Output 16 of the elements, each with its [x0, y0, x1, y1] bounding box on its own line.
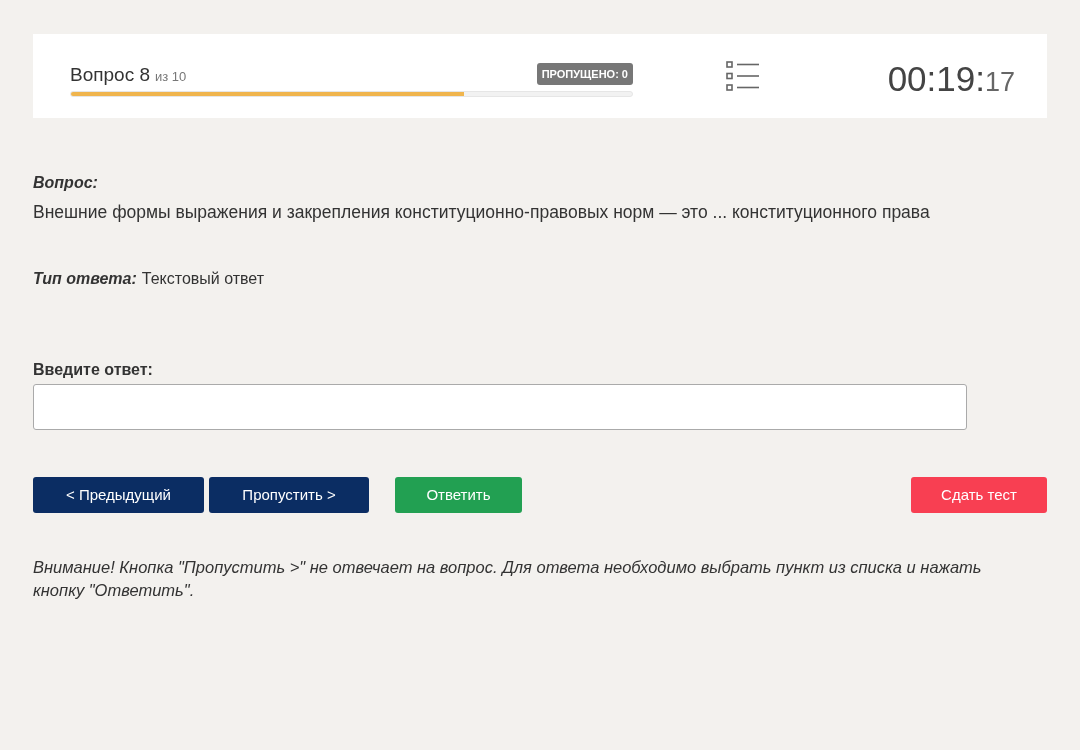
submit-test-button[interactable]: Сдать тест [911, 477, 1047, 514]
question-total: из 10 [155, 67, 187, 86]
question-label: Вопрос: [33, 173, 99, 193]
question-counter: Вопрос 8 [70, 62, 150, 87]
answer-label: Введите ответ: [33, 360, 154, 381]
skip-button[interactable]: Пропустить > [209, 477, 369, 514]
timer: 00:19: [887, 60, 985, 96]
skipped-badge: ПРОПУЩЕНО: 0 [536, 62, 633, 86]
answer-type-label: Тип ответа: [33, 269, 137, 290]
warning-notice: Внимание! Кнопка "Пропустить >" не отвечает на вопрос. Для ответа необходимо выбрать пункт из списка и нажать кнопку "Ответить". [33, 557, 983, 602]
question-list-icon[interactable] [726, 61, 759, 91]
timer-seconds: 17 [984, 68, 1015, 96]
previous-button[interactable]: < Предыдущий [33, 477, 204, 514]
question-text: Внешние формы выражения и закрепления конституционно-правовых норм — это ... конституционного права [33, 201, 931, 224]
answer-type-value: Текстовый ответ [141, 269, 265, 290]
answer-input[interactable] [33, 384, 967, 431]
